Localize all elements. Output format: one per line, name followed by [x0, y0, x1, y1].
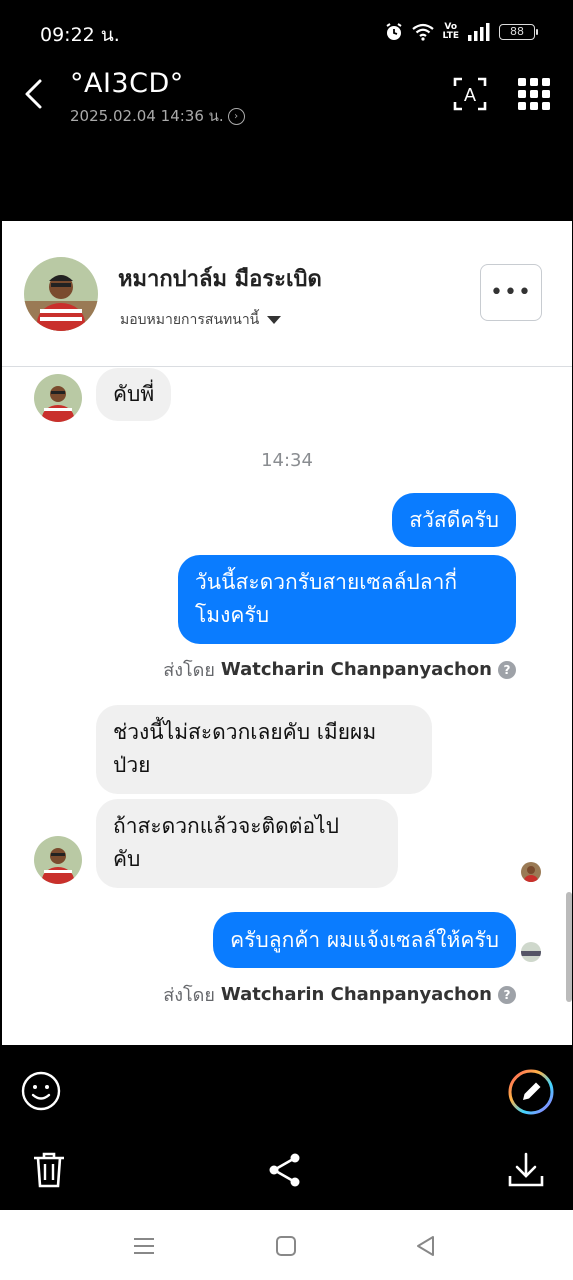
incoming-message: ถ้าสะดวกแล้วจะติดต่อไป คับ	[96, 799, 398, 888]
volte-bottom: LTE	[442, 31, 459, 41]
recents-menu-icon[interactable]	[130, 1232, 158, 1260]
viewer-header: °AI3CD° 2025.02.04 14:36 น. › A	[0, 64, 573, 134]
chevron-right-icon: ›	[227, 107, 245, 125]
help-icon[interactable]: ?	[498, 660, 516, 679]
sent-by-name: Watcharin Chanpanyachon	[220, 659, 492, 680]
grid-menu-button[interactable]	[516, 76, 552, 112]
messenger-header: หมากปาล์ม มือระเบิด มอบหมายการสนทนานี้ •…	[2, 221, 572, 367]
outgoing-message: ครับลูกค้า ผมแจ้งเซลล์ให้ครับ	[213, 912, 516, 968]
message-timestamp: 14:34	[261, 450, 313, 471]
home-square-icon[interactable]	[272, 1232, 300, 1260]
sent-by-prefix: ส่งโดย	[163, 660, 215, 681]
download-button[interactable]	[506, 1150, 546, 1190]
share-button[interactable]	[266, 1150, 304, 1190]
assign-conversation-dropdown[interactable]: มอบหมายการสนทนานี้	[120, 309, 282, 331]
contact-name: หมากปาล์ม มือระเบิด	[118, 267, 322, 292]
status-icons: Vo LTE 88	[384, 22, 538, 42]
screenshot-image: หมากปาล์ม มือระเบิด มอบหมายการสนทนานี้ •…	[2, 221, 572, 1045]
incoming-message: คับพี่	[96, 368, 172, 421]
message-line: โมงครับ	[195, 603, 270, 627]
viewer-subtitle: 2025.02.04 14:36 น.	[70, 107, 224, 125]
read-receipt-avatar	[521, 862, 541, 882]
viewer-title: °AI3CD°	[70, 68, 184, 99]
message-line: คับ	[113, 847, 141, 871]
volte-icon: Vo LTE	[442, 23, 459, 41]
signal-icon	[468, 23, 490, 41]
message-line: ถ้าสะดวกแล้วจะติดต่อไป	[113, 814, 339, 838]
message-line: ช่วงนี้ไม่สะดวกเลยคับ เมียผม	[113, 720, 377, 744]
message-line: วันนี้สะดวกรับสายเซลล์ปลากี่	[195, 570, 458, 594]
caret-down-icon	[267, 316, 282, 324]
sender-avatar	[34, 836, 82, 884]
back-button[interactable]	[18, 76, 50, 112]
viewer-subtitle-row[interactable]: 2025.02.04 14:36 น. ›	[70, 104, 245, 128]
status-time: 09:22 น.	[40, 24, 120, 46]
outgoing-message: วันนี้สะดวกรับสายเซลล์ปลากี่ โมงครับ	[178, 555, 516, 644]
assign-label: มอบหมายการสนทนานี้	[120, 312, 260, 328]
help-icon[interactable]: ?	[498, 985, 516, 1004]
system-nav-bar	[0, 1210, 573, 1280]
more-options-button[interactable]: •••	[480, 264, 542, 321]
sent-by-label: ส่งโดย Watcharin Chanpanyachon ?	[163, 655, 516, 684]
wifi-icon	[412, 23, 435, 41]
action-toolbar	[0, 1136, 573, 1210]
edit-pen-button[interactable]	[507, 1068, 555, 1116]
scrollbar-thumb[interactable]	[566, 892, 572, 1002]
contact-avatar	[24, 257, 98, 331]
sent-by-label: ส่งโดย Watcharin Chanpanyachon ?	[163, 980, 516, 1009]
conversation-area: คับพี่ 14:34 สวัสดีครับ วันนี้สะดวกรับสา…	[2, 368, 572, 1045]
text-recognition-button[interactable]: A	[452, 76, 488, 112]
sent-by-name: Watcharin Chanpanyachon	[220, 984, 492, 1005]
sent-by-prefix: ส่งโดย	[163, 985, 215, 1006]
status-bar: 09:22 น. Vo LTE 88	[0, 0, 573, 64]
svg-text:A: A	[464, 85, 476, 105]
edit-toolbar	[0, 1046, 573, 1136]
incoming-message: ช่วงนี้ไม่สะดวกเลยคับ เมียผม ป่วย	[96, 705, 432, 794]
sender-avatar	[34, 374, 82, 422]
outgoing-message: สวัสดีครับ	[392, 493, 516, 547]
alarm-icon	[386, 23, 403, 40]
sticker-button[interactable]	[20, 1070, 62, 1112]
delete-button[interactable]	[30, 1150, 68, 1190]
delivered-avatar	[521, 942, 541, 962]
back-triangle-icon[interactable]	[412, 1232, 440, 1260]
message-line: ป่วย	[113, 753, 151, 777]
battery-icon: 88	[499, 24, 538, 40]
